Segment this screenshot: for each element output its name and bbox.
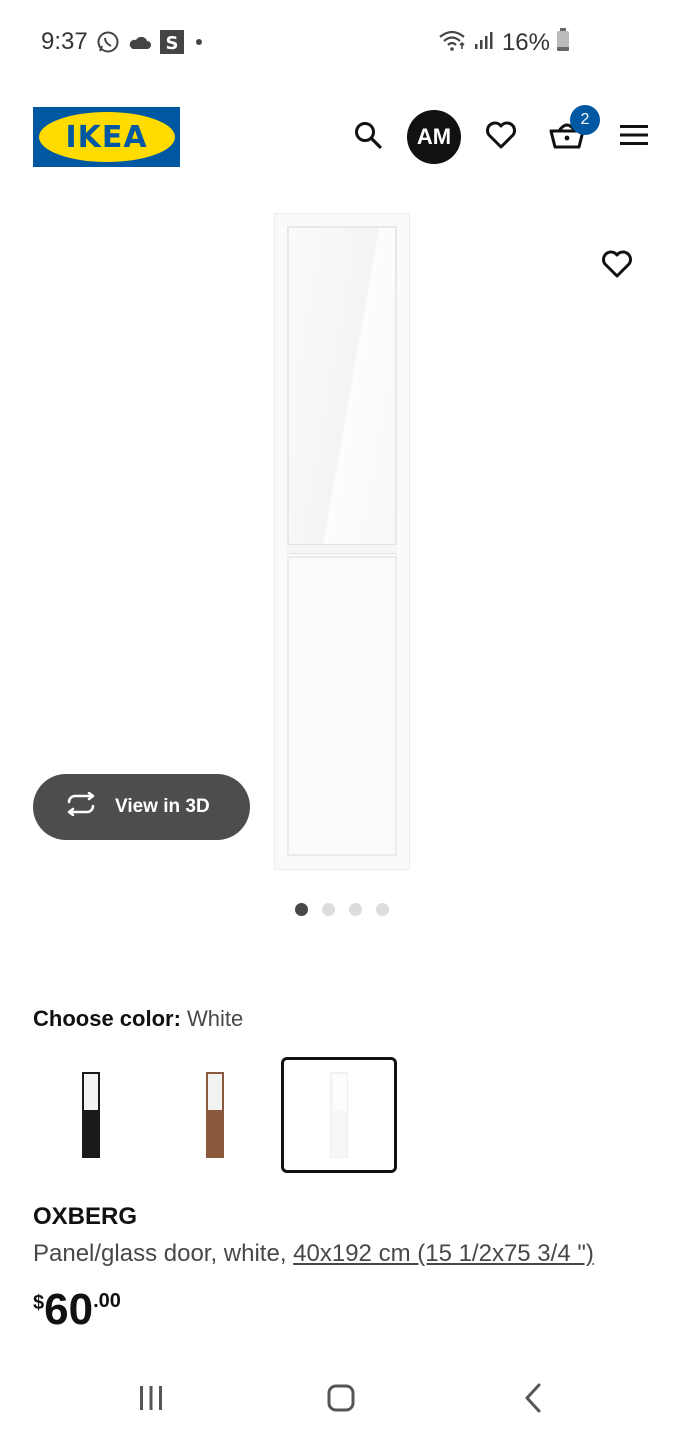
s-app-icon: S	[160, 30, 184, 59]
save-to-favourites-button[interactable]	[594, 243, 640, 289]
home-button[interactable]	[311, 1380, 371, 1420]
status-time: 9:37	[41, 28, 88, 55]
favourites-button[interactable]	[476, 112, 526, 162]
price-integer: 60	[44, 1285, 94, 1334]
carousel-dot[interactable]	[322, 903, 335, 916]
carousel-dots	[295, 903, 389, 916]
signal-icon	[474, 30, 496, 55]
svg-text:S: S	[166, 33, 179, 54]
menu-button[interactable]	[609, 112, 659, 162]
color-swatches	[33, 1057, 397, 1173]
color-swatch-black[interactable]	[33, 1057, 149, 1173]
account-avatar[interactable]: AM	[407, 110, 461, 164]
door-glass-panel	[287, 226, 397, 549]
search-button[interactable]	[343, 112, 393, 162]
carousel-dot[interactable]	[295, 903, 308, 916]
cloud-icon	[128, 33, 152, 56]
heart-icon	[601, 249, 633, 284]
product-image[interactable]	[274, 213, 410, 870]
dot-icon	[192, 35, 206, 54]
product-name: OXBERG	[33, 1203, 138, 1230]
battery-percent: 16%	[501, 28, 550, 56]
product-price: $ 60 .00	[33, 1286, 121, 1332]
carousel-dot[interactable]	[349, 903, 362, 916]
product-dimensions-link[interactable]: 40x192 cm (15 1/2x75 3/4 ")	[293, 1240, 594, 1267]
wifi-icon	[438, 29, 468, 56]
recent-apps-button[interactable]	[121, 1380, 181, 1420]
selected-color: White	[187, 1006, 244, 1031]
back-button[interactable]	[503, 1380, 563, 1420]
battery-icon	[556, 28, 570, 57]
logo-text: IKEA	[65, 119, 148, 155]
back-icon	[523, 1383, 543, 1418]
heart-icon	[485, 120, 517, 155]
price-currency: $	[33, 1292, 45, 1314]
view-in-3d-label: View in 3D	[115, 796, 210, 817]
site-header: IKEA AM 2	[0, 100, 682, 174]
status-bar: 9:37 S 16%	[0, 0, 682, 84]
carousel-dot[interactable]	[376, 903, 389, 916]
hamburger-menu-icon	[620, 124, 648, 151]
whatsapp-icon	[96, 30, 120, 59]
cart-count-badge: 2	[570, 105, 600, 135]
color-swatch-brown[interactable]	[157, 1057, 273, 1173]
ikea-logo[interactable]: IKEA	[33, 107, 180, 167]
view-in-3d-button[interactable]: View in 3D	[33, 774, 250, 840]
recent-apps-icon	[138, 1385, 164, 1416]
product-description: Panel/glass door, white, 40x192 cm (15 1…	[33, 1240, 594, 1267]
rotate-3d-icon	[63, 791, 99, 822]
door-lower-panel	[287, 556, 397, 856]
system-nav-bar	[0, 1360, 682, 1440]
home-icon	[327, 1384, 355, 1417]
color-chooser-label: Choose color: White	[33, 1006, 244, 1031]
search-icon	[353, 120, 383, 155]
color-swatch-white[interactable]	[281, 1057, 397, 1173]
price-decimal: .00	[93, 1290, 121, 1312]
